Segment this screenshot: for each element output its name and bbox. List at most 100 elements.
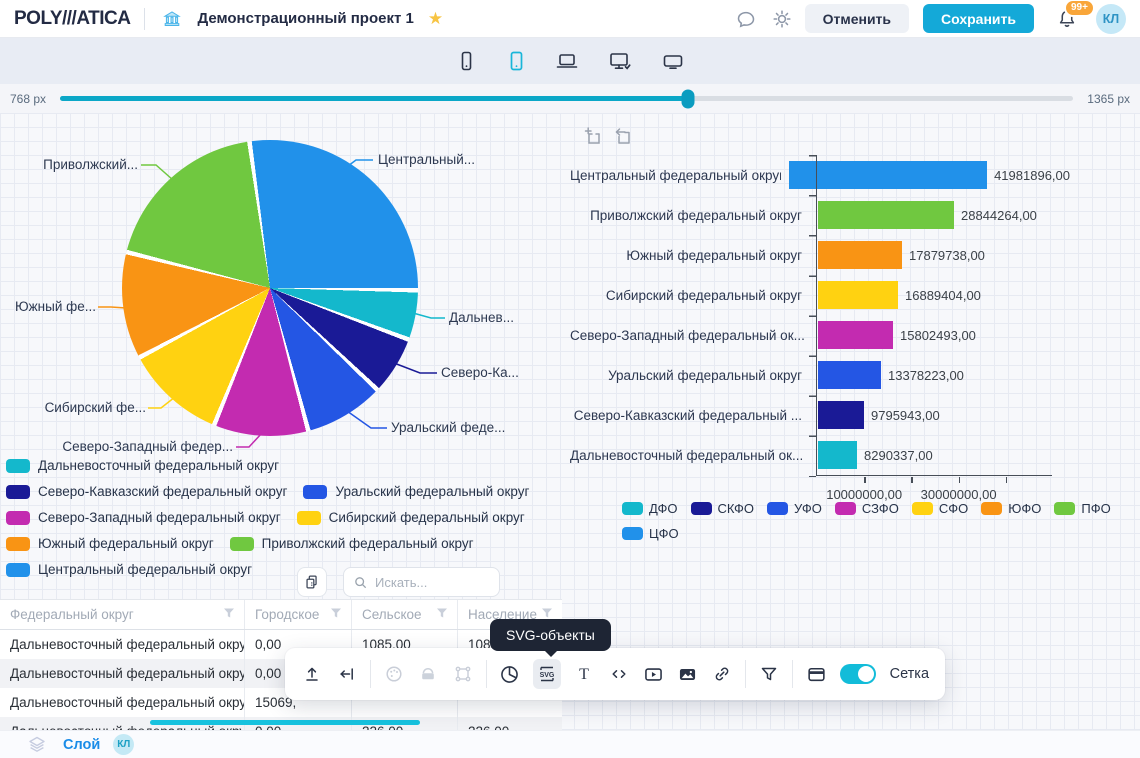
legend-item[interactable]: УФО bbox=[767, 501, 822, 516]
bar-category-label: Северо-Кавказский федеральный ... bbox=[570, 408, 810, 423]
chat-icon[interactable] bbox=[733, 6, 759, 32]
bar[interactable] bbox=[818, 201, 954, 229]
bar[interactable] bbox=[818, 241, 902, 269]
search-input[interactable] bbox=[375, 575, 485, 590]
legend-item[interactable]: СЗФО bbox=[835, 501, 899, 516]
filter-icon[interactable] bbox=[758, 662, 780, 686]
settings-gear-icon[interactable] bbox=[769, 6, 795, 32]
table-cell: Дальневосточный федеральный округ bbox=[0, 630, 245, 659]
cancel-button[interactable]: Отменить bbox=[805, 4, 909, 33]
link-icon[interactable] bbox=[711, 662, 733, 686]
legend-label: Приволжский федеральный округ bbox=[262, 536, 474, 551]
legend-label: Северо-Кавказский федеральный округ bbox=[38, 484, 287, 499]
bar[interactable] bbox=[818, 401, 864, 429]
bar[interactable] bbox=[818, 361, 881, 389]
phone-icon[interactable] bbox=[454, 49, 478, 73]
search-box bbox=[343, 567, 500, 597]
table-column-header[interactable]: Федеральный округ bbox=[0, 600, 245, 629]
legend-item[interactable]: ЦФО bbox=[622, 526, 679, 541]
bar[interactable] bbox=[818, 321, 893, 349]
column-label: Сельское bbox=[362, 607, 422, 622]
bar-value-label: 16889404,00 bbox=[905, 288, 981, 303]
video-icon[interactable] bbox=[642, 662, 664, 686]
bar[interactable] bbox=[818, 281, 898, 309]
legend-chip bbox=[297, 511, 321, 525]
slider-handle[interactable] bbox=[682, 89, 695, 108]
svg-objects-icon[interactable]: SVG bbox=[533, 659, 561, 689]
layer-button[interactable]: Слой bbox=[63, 737, 100, 753]
filter-icon[interactable] bbox=[435, 606, 449, 623]
legend-item[interactable]: Сибирский федеральный округ bbox=[297, 510, 525, 525]
indent-left-icon[interactable] bbox=[335, 662, 357, 686]
layers-icon[interactable] bbox=[24, 732, 50, 758]
legend-item[interactable]: Северо-Западный федеральный округ bbox=[6, 510, 281, 525]
legend-chip bbox=[6, 537, 30, 551]
text-icon[interactable]: T bbox=[573, 662, 595, 686]
width-slider[interactable] bbox=[60, 96, 1073, 101]
legend-chip bbox=[622, 502, 643, 515]
legend-item[interactable]: Северо-Кавказский федеральный округ bbox=[6, 484, 287, 499]
pie-slice-label: Приволжский... bbox=[18, 157, 138, 172]
save-button[interactable]: Сохранить bbox=[923, 4, 1034, 33]
legend-label: Уральский федеральный округ bbox=[335, 484, 529, 499]
laptop-icon[interactable] bbox=[554, 49, 580, 73]
pie-chart-icon[interactable] bbox=[499, 662, 521, 686]
notification-badge: 99+ bbox=[1064, 0, 1095, 17]
legend-item[interactable]: Дальневосточный федеральный округ bbox=[6, 458, 279, 473]
bar-value-label: 28844264,00 bbox=[961, 208, 1037, 223]
legend-label: СЗФО bbox=[862, 501, 899, 516]
legend-item[interactable]: ПФО bbox=[1054, 501, 1110, 516]
legend-chip bbox=[6, 485, 30, 499]
legend-chip bbox=[303, 485, 327, 499]
bar-row: Северо-Западный федеральный ок...1580249… bbox=[570, 315, 1070, 355]
legend-chip bbox=[230, 537, 254, 551]
image-icon[interactable] bbox=[676, 662, 698, 686]
legend-item[interactable]: СФО bbox=[912, 501, 968, 516]
bar[interactable] bbox=[818, 441, 857, 469]
user-avatar[interactable]: КЛ bbox=[1096, 4, 1126, 34]
search-icon bbox=[353, 575, 368, 590]
polymatica-logo: POLY///ATICA bbox=[14, 8, 130, 30]
legend-item[interactable]: Уральский федеральный округ bbox=[303, 484, 529, 499]
legend-item[interactable]: ЮФО bbox=[981, 501, 1041, 516]
legend-label: ДФО bbox=[649, 501, 678, 516]
bar-category-label: Приволжский федеральный округ bbox=[570, 208, 810, 223]
transform-icon[interactable] bbox=[451, 662, 473, 686]
legend-chip bbox=[835, 502, 856, 515]
bar[interactable] bbox=[789, 161, 987, 189]
filter-icon[interactable] bbox=[222, 606, 236, 623]
grid-toggle[interactable] bbox=[840, 664, 876, 684]
upload-icon[interactable] bbox=[301, 662, 323, 686]
pie-chart[interactable] bbox=[122, 140, 418, 436]
crop-icon[interactable] bbox=[582, 125, 604, 147]
code-icon[interactable] bbox=[607, 662, 629, 686]
filter-icon[interactable] bbox=[329, 606, 343, 623]
legend-item[interactable]: Южный федеральный округ bbox=[6, 536, 214, 551]
divider bbox=[144, 8, 145, 30]
layer-avatar[interactable]: КЛ bbox=[113, 734, 134, 755]
desktop-check-icon[interactable] bbox=[606, 49, 634, 73]
favorite-star-icon[interactable]: ★ bbox=[428, 10, 443, 27]
x-axis-tick-label: 30000000,00 bbox=[921, 487, 997, 502]
reset-icon[interactable] bbox=[612, 125, 634, 147]
svg-text:SVG: SVG bbox=[540, 672, 555, 679]
legend-item[interactable]: ДФО bbox=[622, 501, 678, 516]
table-column-header[interactable]: Сельское bbox=[352, 600, 458, 629]
x-axis-tick-label: 10000000,00 bbox=[826, 487, 902, 502]
table-cell: 226,00 bbox=[458, 717, 562, 730]
bar-category-label: Уральский федеральный округ bbox=[570, 368, 810, 383]
horizontal-scrollbar[interactable] bbox=[150, 720, 420, 725]
table-column-header[interactable]: Городское bbox=[245, 600, 352, 629]
copy-icon[interactable] bbox=[297, 567, 327, 597]
widescreen-icon[interactable] bbox=[660, 49, 686, 73]
tablet-icon[interactable] bbox=[504, 49, 528, 73]
palette-icon[interactable] bbox=[383, 662, 405, 686]
bucket-icon[interactable] bbox=[417, 662, 439, 686]
legend-item[interactable]: Приволжский федеральный округ bbox=[230, 536, 474, 551]
bar-legend: ДФО СКФО УФО СЗФО СФО ЮФО ПФО ЦФО bbox=[622, 501, 1122, 541]
notification-bell-icon[interactable]: 99+ bbox=[1054, 6, 1080, 32]
window-icon[interactable] bbox=[805, 662, 827, 686]
svg-objects-tooltip: SVG-объекты bbox=[490, 619, 611, 651]
table-controls bbox=[0, 565, 562, 599]
legend-item[interactable]: СКФО bbox=[691, 501, 755, 516]
